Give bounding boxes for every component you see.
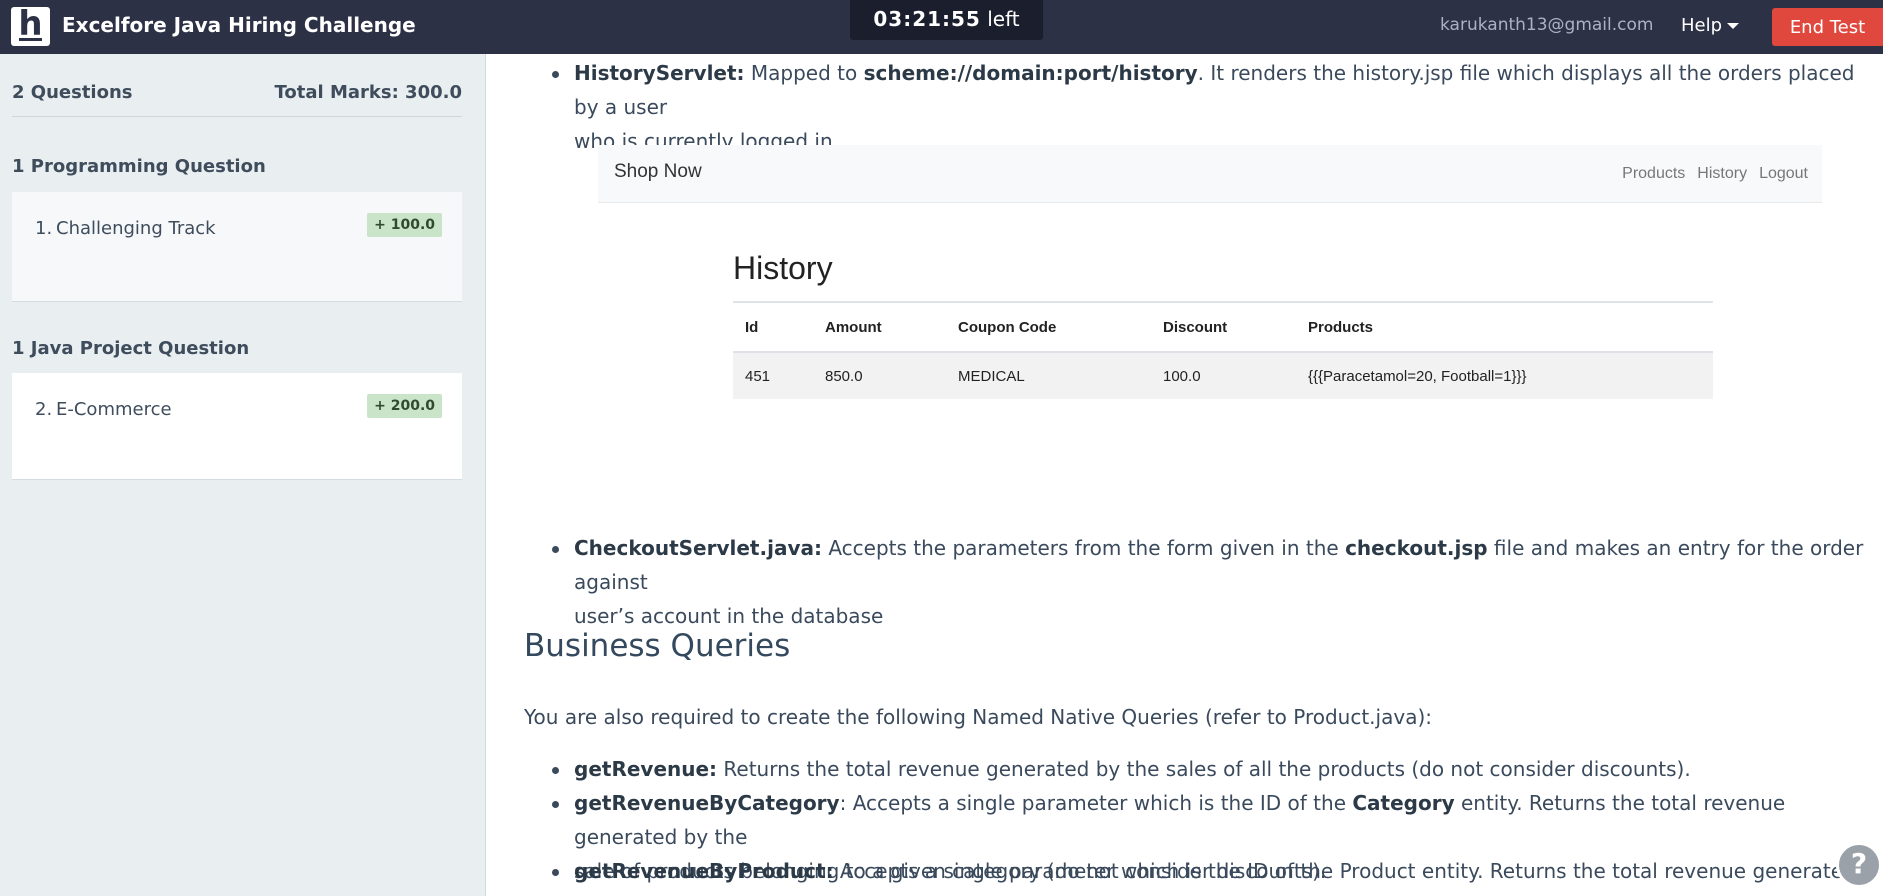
history-servlet-name: HistoryServlet: xyxy=(574,61,745,85)
table-header-row: Id Amount Coupon Code Discount Products xyxy=(733,302,1713,353)
question-name: E-Commerce xyxy=(56,399,172,420)
hackerearth-logo[interactable]: h xyxy=(11,4,50,46)
get-revenue-by-category-name: getRevenueByCategory xyxy=(574,791,840,815)
help-label: Help xyxy=(1681,15,1723,36)
question-number: 2. xyxy=(35,399,53,420)
bullet-dot xyxy=(552,801,559,808)
user-email: karukanth13@gmail.com xyxy=(1440,15,1654,35)
countdown-timer: 03:21:55 left xyxy=(850,0,1043,40)
table-cell: MEDICAL xyxy=(946,352,1151,399)
question-item-challenging-track[interactable]: 1. Challenging Track + 100.0 xyxy=(12,192,462,302)
example-history-title: History xyxy=(733,250,833,286)
history-url: scheme://domain:port/history xyxy=(863,61,1198,85)
marks-badge: + 100.0 xyxy=(367,213,442,237)
bullet-dot xyxy=(552,767,559,774)
help-question-icon[interactable]: ? xyxy=(1836,842,1882,888)
question-number: 1. xyxy=(35,218,53,239)
column-header: Products xyxy=(1296,302,1713,353)
checkout-servlet-name: CheckoutServlet.java: xyxy=(574,536,822,560)
bullet-dot xyxy=(552,546,559,553)
column-header: Amount xyxy=(813,302,946,353)
example-navbar: Shop Now Products History Logout xyxy=(598,145,1822,203)
text-run: Mapped to xyxy=(744,61,864,85)
section-title-java-project: 1 Java Project Question xyxy=(12,338,250,359)
checkout-file: checkout.jsp xyxy=(1345,536,1488,560)
marks-badge: + 200.0 xyxy=(367,394,442,418)
example-brand: Shop Now xyxy=(614,161,702,182)
bullet-dot xyxy=(552,869,559,876)
timer-suffix: left xyxy=(987,7,1020,31)
table-cell: 850.0 xyxy=(813,352,946,399)
example-history-table: Id Amount Coupon Code Discount Products … xyxy=(733,302,1713,399)
question-name: Challenging Track xyxy=(56,218,216,239)
section-title-programming: 1 Programming Question xyxy=(12,156,266,177)
example-nav-links: Products History Logout xyxy=(1610,165,1808,183)
table-cell: 451 xyxy=(733,352,813,399)
caret-down-icon xyxy=(1727,23,1740,29)
bullet-dot xyxy=(552,71,559,78)
column-header: Coupon Code xyxy=(946,302,1151,353)
business-queries-intro: You are also required to create the foll… xyxy=(524,705,1432,729)
table-cell: 100.0 xyxy=(1151,352,1296,399)
example-nav-logout: Logout xyxy=(1759,165,1808,182)
business-queries-heading: Business Queries xyxy=(524,628,791,664)
test-title: Excelfore Java Hiring Challenge xyxy=(62,13,416,37)
top-bar: h Excelfore Java Hiring Challenge 03:21:… xyxy=(0,0,1883,54)
column-header: Discount xyxy=(1151,302,1296,353)
text-run: : Accepts a single parameter which is th… xyxy=(839,791,1353,815)
question-sidebar: 2 Questions Total Marks: 300.0 1 Program… xyxy=(0,54,486,896)
get-revenue-by-product-text: getRevenueByProduct: Accepts a single pa… xyxy=(574,854,1864,896)
table-row: 451 850.0 MEDICAL 100.0 {{{Paracetamol=2… xyxy=(733,352,1713,399)
get-revenue-text: getRevenue: Returns the total revenue ge… xyxy=(574,752,1864,786)
text-run: Accepts the parameters from the form giv… xyxy=(821,536,1346,560)
logo-underline xyxy=(19,38,42,41)
checkout-servlet-text: CheckoutServlet.java: Accepts the parame… xyxy=(574,531,1864,633)
question-item-e-commerce[interactable]: 2. E-Commerce + 200.0 xyxy=(12,373,462,480)
text-run: user’s account in the database xyxy=(574,604,884,628)
table-cell: {{{Paracetamol=20, Football=1}}} xyxy=(1296,352,1713,399)
text-run: Returns the total revenue generated by t… xyxy=(717,757,1691,781)
help-dropdown[interactable]: Help xyxy=(1681,15,1740,36)
total-marks: Total Marks: 300.0 xyxy=(274,82,462,103)
column-header: Id xyxy=(733,302,813,353)
timer-value: 03:21:55 xyxy=(873,7,981,31)
get-revenue-name: getRevenue: xyxy=(574,757,718,781)
example-nav-history: History xyxy=(1697,165,1748,182)
questions-count: 2 Questions xyxy=(12,82,133,103)
get-revenue-by-product-name: getRevenueByProduct: xyxy=(574,859,834,883)
problem-statement: HistoryServlet: Mapped to scheme://domai… xyxy=(486,54,1883,896)
example-nav-products: Products xyxy=(1622,165,1686,182)
end-test-button[interactable]: End Test xyxy=(1772,8,1883,46)
category-entity: Category xyxy=(1352,791,1455,815)
history-servlet-text: HistoryServlet: Mapped to scheme://domai… xyxy=(574,56,1864,158)
sidebar-summary: 2 Questions Total Marks: 300.0 xyxy=(12,82,462,117)
